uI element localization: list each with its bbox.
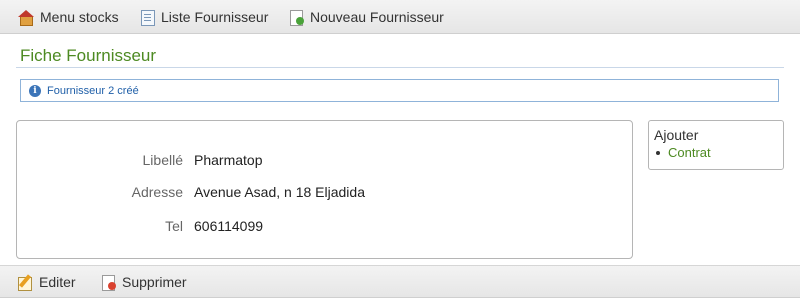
top-toolbar: Menu stocks Liste Fournisseur Nouveau Fo… — [0, 0, 800, 34]
bottom-toolbar: Editer Supprimer — [0, 265, 800, 298]
field-value: 606114099 — [194, 218, 264, 234]
field-row-libelle: Libellé Pharmatop — [17, 150, 634, 170]
success-notice: i Fournisseur 2 créé — [20, 79, 779, 102]
list-item: Contrat — [654, 145, 778, 160]
edit-button[interactable]: Editer — [17, 274, 76, 291]
list-icon — [139, 9, 155, 26]
field-label: Tel — [165, 218, 183, 234]
home-icon — [18, 9, 34, 26]
field-label: Adresse — [131, 184, 183, 200]
delete-button[interactable]: Supprimer — [100, 274, 187, 291]
new-document-icon — [288, 9, 304, 26]
liste-fournisseur-label: Liste Fournisseur — [161, 9, 269, 25]
field-value: Pharmatop — [194, 152, 263, 168]
contrat-link[interactable]: Contrat — [668, 145, 711, 160]
title-divider — [16, 67, 784, 68]
edit-icon — [17, 274, 33, 291]
bullet-icon — [656, 150, 660, 155]
field-value: Avenue Asad, n 18 Eljadida — [194, 184, 365, 200]
page-title: Fiche Fournisseur — [20, 46, 157, 65]
field-row-tel: Tel 606114099 — [17, 216, 634, 236]
field-label: Libellé — [142, 152, 183, 168]
nouveau-fournisseur-button[interactable]: Nouveau Fournisseur — [288, 9, 444, 26]
edit-label: Editer — [39, 274, 76, 290]
menu-stocks-label: Menu stocks — [40, 9, 119, 25]
delete-label: Supprimer — [122, 274, 187, 290]
field-row-adresse: Adresse Avenue Asad, n 18 Eljadida — [17, 182, 634, 202]
supplier-details-card: Libellé Pharmatop Adresse Avenue Asad, n… — [16, 120, 633, 259]
add-panel: Ajouter Contrat — [648, 120, 784, 170]
notice-text: Fournisseur 2 créé — [47, 84, 139, 97]
liste-fournisseur-button[interactable]: Liste Fournisseur — [139, 9, 269, 26]
nouveau-fournisseur-label: Nouveau Fournisseur — [310, 9, 444, 25]
add-panel-heading: Ajouter — [654, 127, 699, 143]
delete-icon — [100, 274, 116, 291]
menu-stocks-button[interactable]: Menu stocks — [18, 9, 119, 26]
info-icon: i — [29, 84, 41, 97]
add-panel-list: Contrat — [654, 145, 778, 160]
